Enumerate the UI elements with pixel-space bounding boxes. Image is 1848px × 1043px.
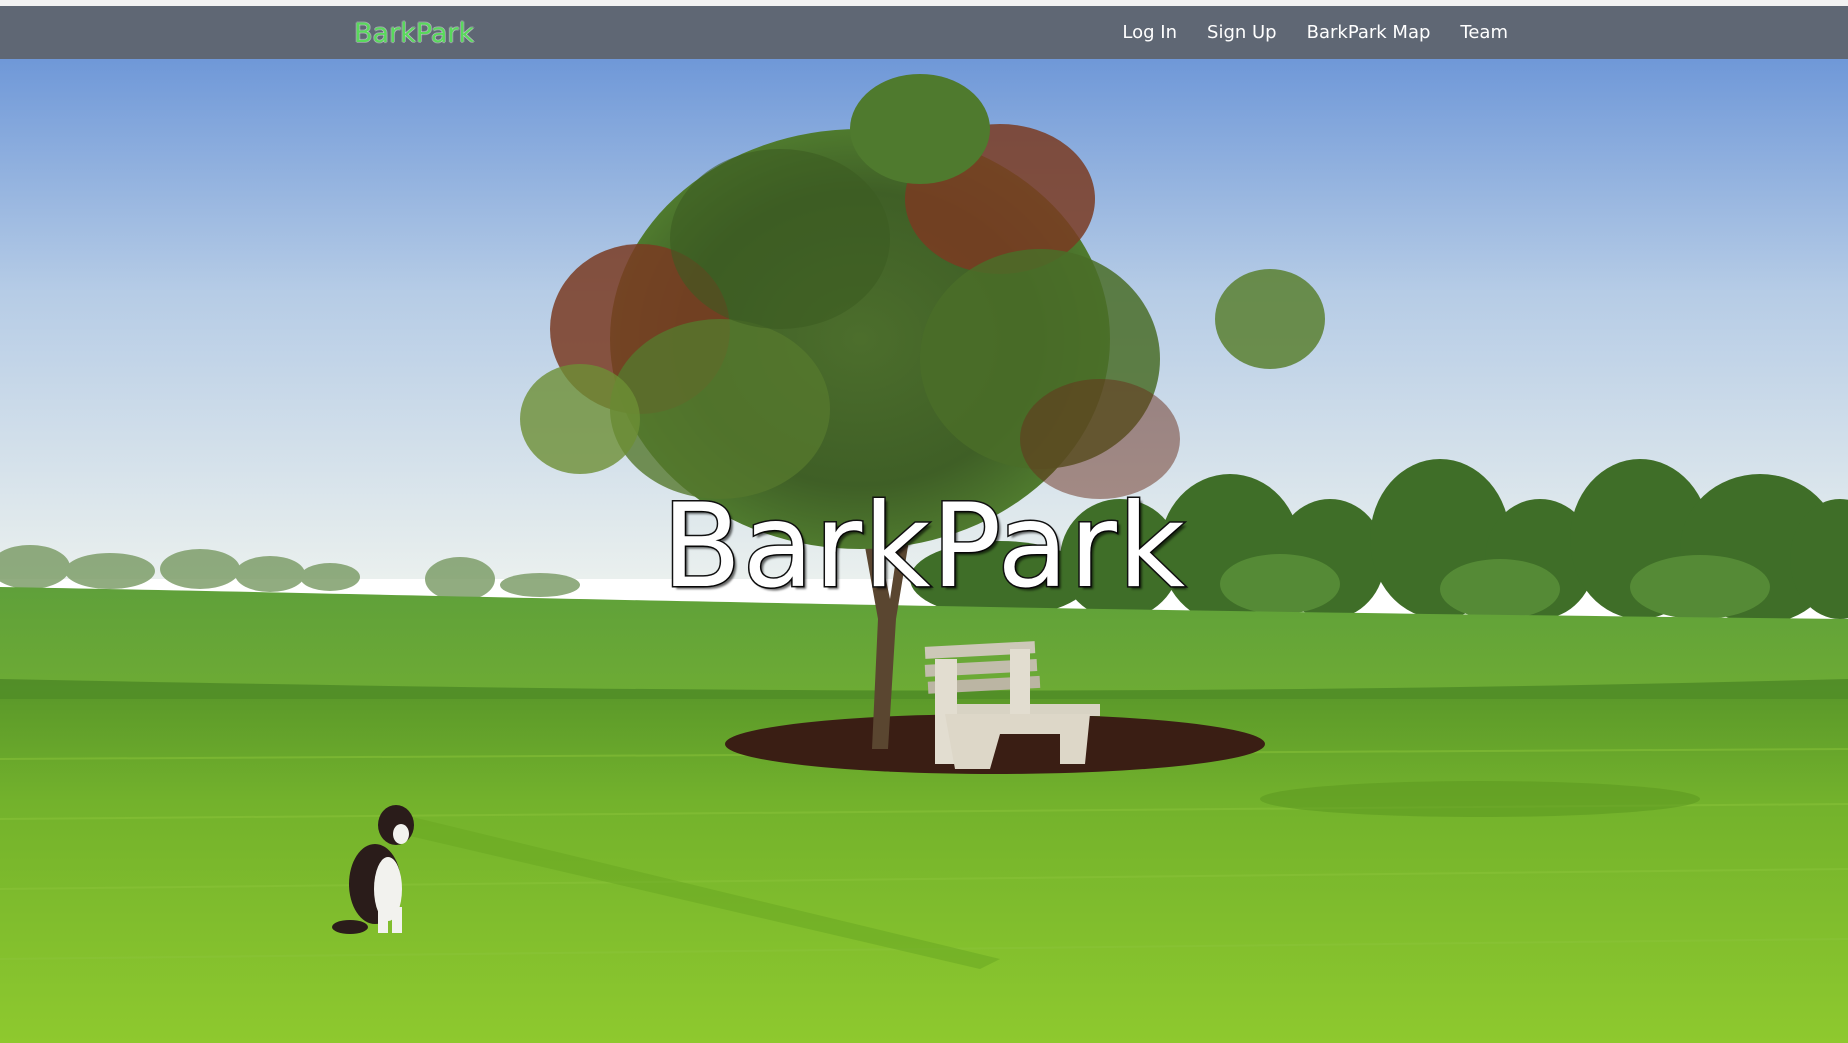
navbar: BarkPark Log In Sign Up BarkPark Map Tea… xyxy=(0,6,1848,59)
nav-links: Log In Sign Up BarkPark Map Team xyxy=(1122,6,1508,59)
nav-signup-link[interactable]: Sign Up xyxy=(1207,22,1277,43)
nav-team-link[interactable]: Team xyxy=(1460,22,1508,43)
brand-logo-link[interactable]: BarkPark xyxy=(354,18,474,49)
nav-login-link[interactable]: Log In xyxy=(1122,22,1177,43)
nav-map-link[interactable]: BarkPark Map xyxy=(1307,22,1431,43)
hero-title: BarkPark xyxy=(660,478,1187,616)
page: BarkPark Log In Sign Up BarkPark Map Tea… xyxy=(0,0,1848,1043)
hero-section: BarkPark xyxy=(0,59,1848,1043)
